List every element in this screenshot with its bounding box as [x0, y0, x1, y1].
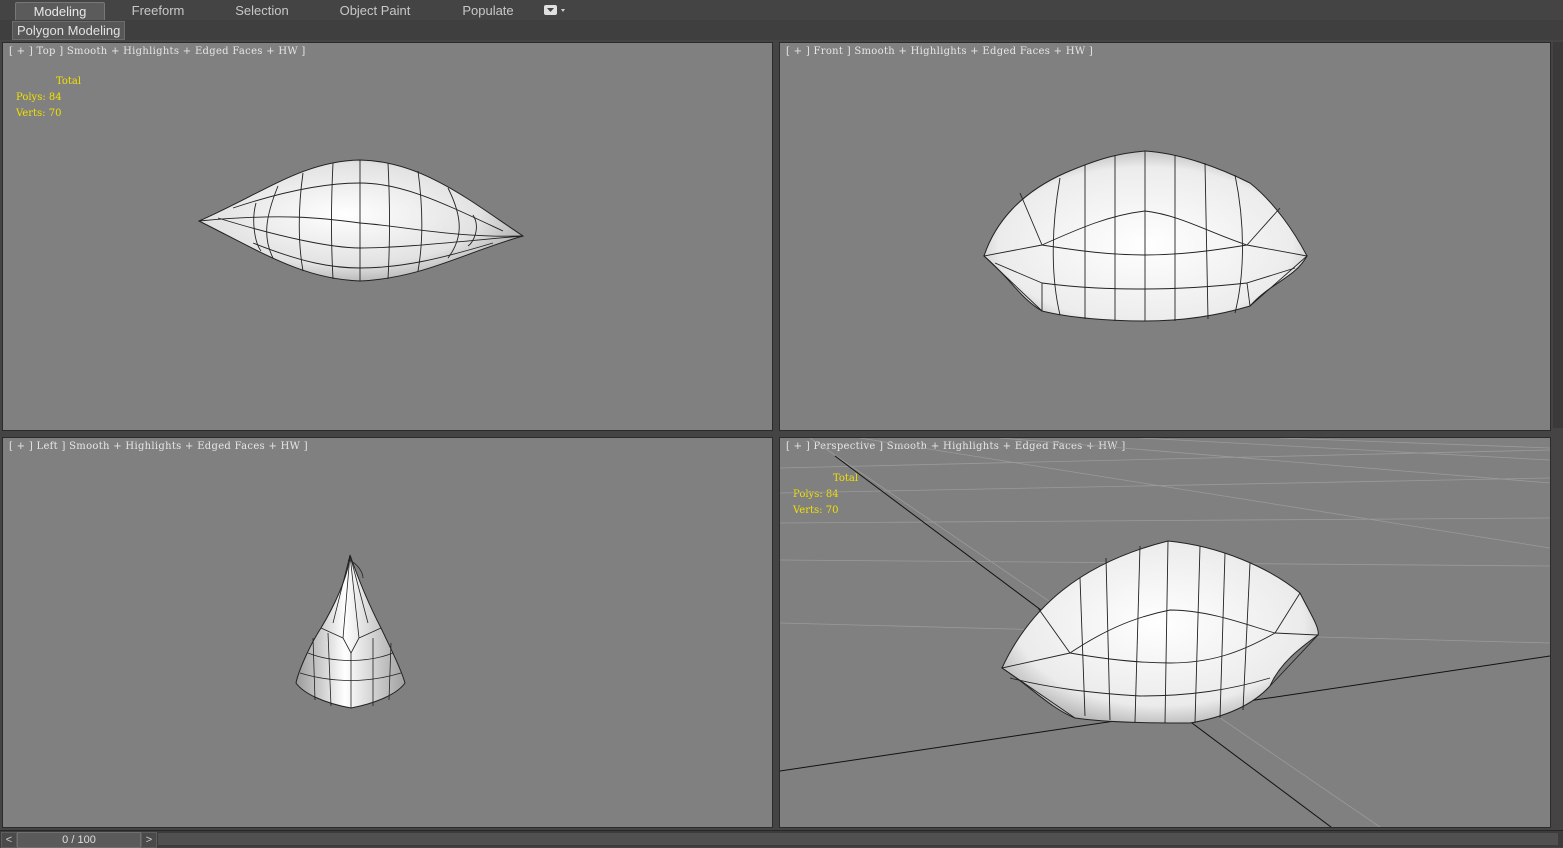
viewport-left[interactable]: [ + ] Left ] Smooth + Highlights + Edged… [2, 437, 773, 828]
tab-selection[interactable]: Selection [222, 2, 302, 20]
tab-modeling[interactable]: Modeling [15, 2, 105, 21]
viewport-front[interactable]: [ + ] Front ] Smooth + Highlights + Edge… [779, 42, 1551, 431]
ribbon-dropdown-icon[interactable] [543, 3, 567, 17]
ribbon-panel-bar: Polygon Modeling [0, 20, 1563, 40]
grid-and-mesh-perspective [780, 438, 1550, 827]
tab-populate[interactable]: Populate [448, 2, 528, 20]
ribbon: Modeling Freeform Selection Object Paint… [0, 0, 1563, 21]
viewport-perspective[interactable]: [ + ] Perspective ] Smooth + Highlights … [779, 437, 1551, 828]
mesh-front-view [983, 150, 1308, 322]
viewport-scrollbar[interactable] [1553, 42, 1563, 428]
polygon-modeling-tab[interactable]: Polygon Modeling [12, 21, 126, 40]
tab-object-paint[interactable]: Object Paint [330, 2, 420, 20]
mesh-left-view [295, 554, 406, 709]
mesh-top-view [197, 159, 525, 282]
tab-freeform[interactable]: Freeform [118, 2, 198, 20]
viewport-top[interactable]: [ + ] Top ] Smooth + Highlights + Edged … [2, 42, 773, 431]
timeline-track[interactable] [158, 833, 1558, 845]
time-slider-bar: < 0 / 100 > [0, 830, 1563, 848]
